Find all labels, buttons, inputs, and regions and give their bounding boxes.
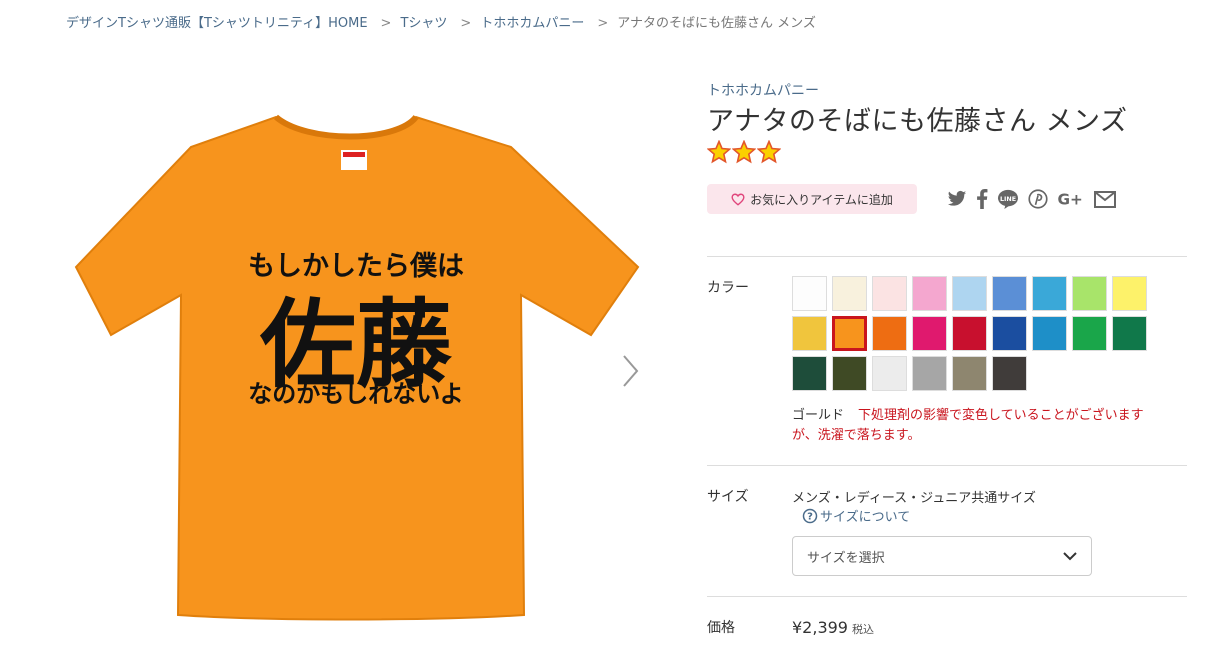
mail-icon[interactable] <box>1094 190 1116 208</box>
add-favorite-label: お気に入りアイテムに追加 <box>750 192 893 207</box>
color-swatch[interactable] <box>952 356 987 391</box>
product-info: トホホカムパニー アナタのそばにも佐藤さん メンズ お気に入りアイテムに追加 L… <box>707 80 1187 214</box>
pinterest-icon[interactable] <box>1028 189 1048 209</box>
star-icon <box>757 140 781 164</box>
breadcrumb-separator: > <box>380 16 392 31</box>
price-amount: ¥2,399 <box>792 618 848 637</box>
color-swatch[interactable] <box>952 316 987 351</box>
color-swatch[interactable] <box>912 276 947 311</box>
color-swatches <box>792 276 1152 391</box>
color-swatch[interactable] <box>792 316 827 351</box>
color-swatch[interactable] <box>792 356 827 391</box>
color-swatch[interactable] <box>992 276 1027 311</box>
size-description: メンズ・レディース・ジュニア共通サイズ <box>792 491 1036 506</box>
star-icon <box>732 140 756 164</box>
divider <box>707 256 1187 257</box>
color-swatch[interactable] <box>992 316 1027 351</box>
color-swatch[interactable] <box>832 316 867 351</box>
color-warning: 下処理剤の影響で変色していることがございますが、洗濯で落ちます。 <box>792 408 1144 443</box>
svg-text:LINE: LINE <box>1000 196 1016 203</box>
next-image-chevron-icon[interactable] <box>618 352 642 390</box>
product-image[interactable]: もしかしたら僕は 佐藤 なのかもしれないよ <box>66 95 646 635</box>
add-favorite-button[interactable]: お気に入りアイテムに追加 <box>707 184 917 214</box>
line-icon[interactable]: LINE <box>997 189 1019 209</box>
color-swatch[interactable] <box>1032 316 1067 351</box>
color-swatch[interactable] <box>872 276 907 311</box>
breadcrumb-shop[interactable]: トホホカムパニー <box>480 16 584 31</box>
share-icons: LINE G+ <box>947 189 1116 209</box>
breadcrumb-current: アナタのそばにも佐藤さん メンズ <box>617 16 816 31</box>
size-select[interactable]: サイズを選択 <box>792 536 1092 576</box>
color-swatch[interactable] <box>872 356 907 391</box>
size-guide-link[interactable]: ? サイズについて <box>802 506 910 525</box>
svg-text:?: ? <box>807 511 813 522</box>
color-swatch[interactable] <box>832 356 867 391</box>
color-swatch[interactable] <box>1112 276 1147 311</box>
color-label: カラー <box>707 280 749 296</box>
color-swatch[interactable] <box>1112 316 1147 351</box>
tshirt-image: もしかしたら僕は 佐藤 なのかもしれないよ <box>74 114 640 621</box>
color-swatch[interactable] <box>912 316 947 351</box>
breadcrumb-separator: > <box>460 16 472 31</box>
tax-note: 税込 <box>851 623 874 636</box>
price: ¥2,399 税込 <box>792 618 874 637</box>
rating-stars <box>707 140 1187 164</box>
chevron-down-icon <box>1063 551 1077 560</box>
shop-link[interactable]: トホホカムパニー <box>707 80 1187 100</box>
svg-text:G+: G+ <box>1058 190 1083 208</box>
size-label: サイズ <box>707 489 749 505</box>
print-line-3: なのかもしれないよ <box>248 380 464 408</box>
color-swatch[interactable] <box>1072 316 1107 351</box>
facebook-icon[interactable] <box>976 189 988 209</box>
color-note: ゴールド 下処理剤の影響で変色していることがございますが、洗濯で落ちます。 <box>792 406 1162 446</box>
star-icon <box>707 140 731 164</box>
breadcrumb-category[interactable]: Tシャツ <box>400 16 447 31</box>
color-swatch[interactable] <box>832 276 867 311</box>
breadcrumb: デザインTシャツ通販【Tシャツトリニティ】HOME > Tシャツ > トホホカムパニー >… <box>66 12 816 31</box>
color-swatch[interactable] <box>1072 276 1107 311</box>
twitter-icon[interactable] <box>947 190 967 208</box>
size-guide-label: サイズについて <box>820 510 911 525</box>
color-swatch[interactable] <box>792 276 827 311</box>
product-title: アナタのそばにも佐藤さん メンズ <box>707 106 1128 137</box>
heart-icon <box>731 193 745 206</box>
selected-color-name: ゴールド <box>792 408 845 423</box>
size-select-placeholder: サイズを選択 <box>807 550 885 566</box>
breadcrumb-home[interactable]: デザインTシャツ通販【Tシャツトリニティ】HOME <box>66 16 368 31</box>
breadcrumb-separator: > <box>597 16 609 31</box>
color-swatch[interactable] <box>912 356 947 391</box>
color-swatch[interactable] <box>952 276 987 311</box>
print-line-1: もしかしたら僕は <box>248 251 464 282</box>
color-swatch[interactable] <box>872 316 907 351</box>
help-icon: ? <box>802 508 818 523</box>
price-label: 価格 <box>707 620 735 636</box>
divider <box>707 596 1187 597</box>
google-plus-icon[interactable]: G+ <box>1057 190 1085 208</box>
divider <box>707 465 1187 466</box>
color-swatch[interactable] <box>992 356 1027 391</box>
color-swatch[interactable] <box>1032 276 1067 311</box>
